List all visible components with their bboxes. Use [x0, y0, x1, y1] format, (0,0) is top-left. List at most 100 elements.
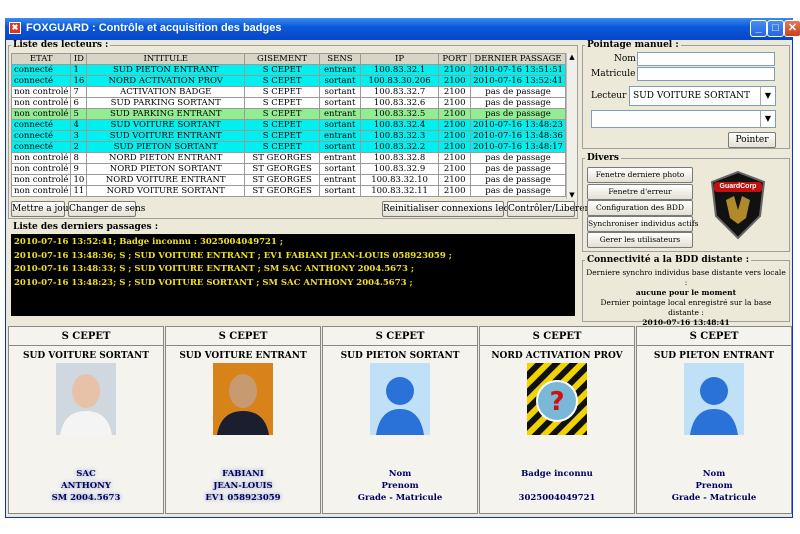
cell-id: 7 [70, 86, 88, 98]
passage-line: 2010-07-16 13:48:36; S ; SUD VOITURE ENT… [14, 250, 452, 261]
passage-line: 2010-07-16 13:48:33; S ; SUD VOITURE ENT… [14, 264, 414, 274]
card-line-3: Grade - Matricule [357, 493, 443, 503]
cell-dernier: pas de passage [470, 108, 566, 120]
reader-row[interactable]: non controlé 5 SUD PARKING ENTRANT S CEPET e… [10, 108, 566, 120]
cell-id: 8 [70, 152, 88, 164]
cell-port: 2100 [438, 152, 472, 164]
control-free-button[interactable]: Contrôler/Liberer [507, 201, 589, 217]
scroll-up-icon[interactable]: ▲ [567, 53, 577, 61]
column-header[interactable]: ID [70, 53, 88, 65]
column-header[interactable]: GISEMENT [244, 53, 321, 65]
reader-row[interactable]: non controlé 7 ACTIVATION BADGE S CEPET sort… [10, 86, 566, 98]
reader-row[interactable]: non controlé 11 NORD VOITURE SORTANT ST GEO… [10, 185, 566, 197]
refresh-button[interactable]: Mettre a jour [11, 201, 73, 217]
passage-line: 2010-07-16 13:48:23; S ; SUD VOITURE SOR… [14, 277, 413, 288]
cell-id: 6 [70, 97, 88, 109]
card-reader-name: SUD PIETON ENTRANT [653, 351, 775, 361]
readers-scrollbar[interactable]: ▲ ▼ [566, 53, 577, 199]
cell-id: 16 [70, 75, 88, 87]
person-photo-blurred [213, 363, 273, 435]
cell-port: 2100 [438, 174, 472, 186]
reset-connections-button[interactable]: Reinitialiser connexions lecteurs [382, 201, 532, 217]
title-bar[interactable]: ✖ FOXGUARD : Contrôle et acquisition des… [5, 18, 800, 40]
cell-id: 10 [70, 174, 88, 186]
reader-row[interactable]: connecté 1 SUD PIETON ENTRANT S CEPET entran… [10, 64, 566, 76]
cell-sens: entrant [319, 174, 361, 186]
card-zone: S CEPET [375, 331, 425, 342]
column-header[interactable]: DERNIER PASSAGE [470, 53, 566, 65]
db-config-button[interactable]: Configuration des BDD [587, 200, 693, 216]
card-divider [166, 345, 320, 346]
card-zone: S CEPET [61, 331, 111, 342]
reader-row[interactable]: connecté 4 SUD VOITURE SORTANT S CEPET sorta… [10, 119, 566, 131]
card-reader-name: NORD ACTIVATION PROV [491, 351, 623, 361]
reader-card: S CEPET NORD ACTIVATION PROV ? Badge inc… [479, 326, 635, 514]
sync-value: aucune pour le moment [635, 288, 737, 297]
column-header[interactable]: INTITULE [86, 53, 246, 65]
reader-row[interactable]: non controlé 6 SUD PARKING SORTANT S CEPET s… [10, 97, 566, 109]
passage-line: 2010-07-16 13:52:41; Badge inconnu : 302… [14, 237, 283, 247]
cell-intitule: SUD VOITURE ENTRANT [86, 130, 246, 142]
lecteur-select[interactable]: SUD VOITURE SORTANT ▼ [629, 86, 776, 106]
cell-id: 1 [70, 64, 88, 76]
reader-card: S CEPET SUD VOITURE SORTANT SAC ANTHONY … [8, 326, 164, 514]
remote-section-label: Connectivité a la BDD distante : [585, 255, 752, 265]
cell-intitule: SUD PIETON ENTRANT [86, 64, 246, 76]
cell-intitule: NORD PIETON ENTRANT [86, 152, 246, 164]
cell-dernier: pas de passage [470, 163, 566, 175]
reader-row[interactable]: connecté 2 SUD PIETON SORTANT S CEPET sortan… [10, 141, 566, 153]
reader-row[interactable]: connecté 16 NORD ACTIVATION PROV S CEPET sor… [10, 75, 566, 87]
chevron-down-icon[interactable]: ▼ [760, 111, 775, 127]
pointer-button[interactable]: Pointer [728, 132, 776, 148]
cell-port: 2100 [438, 163, 472, 175]
cell-dernier: pas de passage [470, 86, 566, 98]
column-header[interactable]: IP [359, 53, 440, 65]
card-reader-name: SUD VOITURE ENTRANT [179, 351, 307, 361]
readers-table[interactable]: ETAT ID INTITULE GISEMENT SENS IP PORT D… [10, 53, 566, 197]
reader-row[interactable]: connecté 3 SUD VOITURE ENTRANT S CEPET entra… [10, 130, 566, 142]
change-direction-button[interactable]: Changer de sens [68, 201, 145, 217]
guardcorp-logo: GuardCorp [708, 170, 768, 240]
cell-ip: 100.83.30.206 [359, 75, 440, 87]
card-line-2: Prenom [695, 481, 733, 491]
column-header[interactable]: SENS [319, 53, 361, 65]
card-divider [480, 345, 634, 346]
cell-intitule: NORD VOITURE ENTRANT [86, 174, 246, 186]
reader-card: S CEPET SUD PIETON SORTANT Nom Prenom Gr… [322, 326, 478, 514]
column-header[interactable]: ETAT [10, 53, 72, 65]
cell-id: 11 [70, 185, 88, 197]
cell-gisement: ST GEORGES [244, 185, 321, 197]
cell-dernier: pas de passage [470, 174, 566, 186]
chevron-down-icon[interactable]: ▼ [760, 87, 775, 105]
card-zone: S CEPET [532, 331, 582, 342]
cell-etat: non controlé [10, 86, 72, 98]
manage-users-button[interactable]: Gerer les utilisateurs [587, 232, 693, 248]
reader-row[interactable]: non controlé 10 NORD VOITURE ENTRANT ST GEO… [10, 174, 566, 186]
cell-dernier: 2010-07-16 13:51:51 [470, 64, 566, 76]
nom-input[interactable] [637, 52, 775, 66]
cell-etat: connecté [10, 130, 72, 142]
matricule-input[interactable] [637, 67, 775, 81]
maximize-button[interactable]: □ [767, 20, 784, 37]
scroll-down-icon[interactable]: ▼ [567, 191, 577, 199]
close-button[interactable]: ✕ [784, 20, 800, 37]
sync-individuals-button[interactable]: Synchroniser individus actifs [587, 216, 698, 232]
last-photo-window-button[interactable]: Fenetre derniere photo [587, 167, 693, 183]
cell-port: 2100 [438, 108, 472, 120]
placeholder-person-icon [370, 363, 430, 435]
reader-row[interactable]: non controlé 8 NORD PIETON ENTRANT ST GEORG… [10, 152, 566, 164]
column-header[interactable]: PORT [438, 53, 472, 65]
error-window-button[interactable]: Fenetre d'erreur [587, 184, 693, 200]
cell-etat: connecté [10, 75, 72, 87]
reader-row[interactable]: non controlé 9 NORD PIETON SORTANT ST GEORG… [10, 163, 566, 175]
cell-sens: entrant [319, 130, 361, 142]
cell-intitule: SUD PARKING SORTANT [86, 97, 246, 109]
cell-intitule: SUD PARKING ENTRANT [86, 108, 246, 120]
divers-section-label: Divers [585, 153, 621, 163]
cell-intitule: ACTIVATION BADGE [86, 86, 246, 98]
secondary-select[interactable]: ▼ [591, 110, 776, 128]
cell-etat: non controlé [10, 108, 72, 120]
cell-id: 4 [70, 119, 88, 131]
minimize-button[interactable]: _ [750, 20, 767, 37]
cell-port: 2100 [438, 185, 472, 197]
